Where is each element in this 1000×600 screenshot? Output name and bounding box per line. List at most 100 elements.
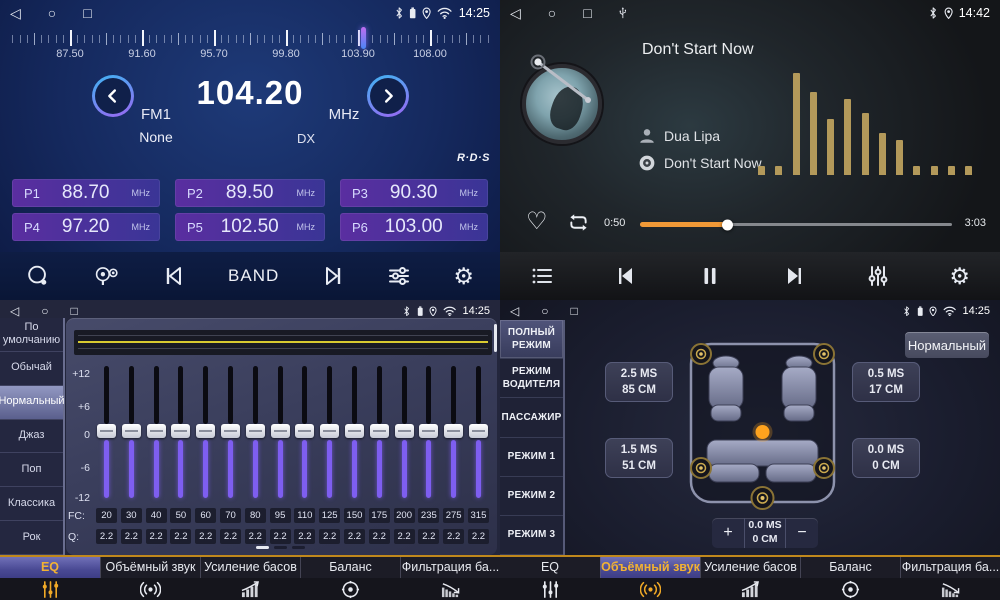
repeat-icon[interactable] [566,212,591,238]
eq-band-slider-20hz[interactable] [96,364,117,500]
tab-eq[interactable]: EQ [0,557,100,600]
slider-handle[interactable] [147,424,166,438]
listening-mode-item[interactable]: РЕЖИМ ВОДИТЕЛЯ [500,359,563,398]
decrease-button[interactable]: − [786,518,818,548]
next-track-icon[interactable] [321,264,345,288]
eq-band-slider-200hz[interactable] [394,364,415,500]
scan-icon[interactable] [26,264,51,289]
tab-surround[interactable]: Объёмный звук [100,557,200,600]
nav-recents-icon[interactable]: □ [570,305,577,317]
eq-band-slider-175hz[interactable] [369,364,390,500]
nav-home-icon[interactable]: ○ [41,305,48,317]
listening-mode-item[interactable]: РЕЖИМ 1 [500,438,563,477]
eq-preset-item[interactable]: Поп [0,453,63,487]
eq-preset-item[interactable]: Обычай [0,352,63,386]
tab-balance[interactable]: Баланс [800,557,900,600]
slider-handle[interactable] [221,424,240,438]
nav-back-icon[interactable]: ◁ [10,6,21,20]
slider-handle[interactable] [345,424,364,438]
eq-preset-item[interactable]: Нормальный [0,386,63,420]
rear-right-delay[interactable]: 0.0 MS0 CM [852,438,920,478]
eq-band-slider-110hz[interactable] [294,364,315,500]
progress-bar[interactable] [640,223,952,226]
slider-handle[interactable] [419,424,438,438]
settings-gear-icon[interactable]: ⚙ [453,265,474,288]
preset-button-p6[interactable]: P6103.00MHz [340,213,488,241]
tune-up-button[interactable] [367,75,409,117]
nav-home-icon[interactable]: ○ [541,305,548,317]
front-left-delay[interactable]: 2.5 MS85 CM [605,362,673,402]
equalizer-sliders-icon[interactable] [387,264,411,288]
nav-home-icon[interactable]: ○ [48,6,56,20]
increase-button[interactable]: + [712,518,744,548]
slider-handle[interactable] [395,424,414,438]
listening-mode-item[interactable]: РЕЖИМ 2 [500,477,563,516]
eq-preset-item[interactable]: Классика [0,487,63,521]
tab-filter[interactable]: Фильтрация ба... [400,557,500,600]
slider-handle[interactable] [469,424,488,438]
rear-left-delay[interactable]: 1.5 MS51 CM [605,438,673,478]
listening-mode-item[interactable]: ПАССАЖИР [500,398,563,437]
eq-band-slider-70hz[interactable] [220,364,241,500]
nav-back-icon[interactable]: ◁ [510,305,519,317]
previous-track-icon[interactable] [162,264,186,288]
equalizer-sliders-icon[interactable] [866,264,890,288]
eq-preset-item[interactable]: Рок [0,521,63,555]
eq-band-slider-30hz[interactable] [121,364,142,500]
preset-button-p2[interactable]: P289.50MHz [175,179,325,207]
slider-handle[interactable] [246,424,265,438]
slider-handle[interactable] [122,424,141,438]
broadcast-icon[interactable] [93,265,120,287]
favorite-heart-icon[interactable]: ♡ [526,207,548,236]
preset-button-p1[interactable]: P188.70MHz [12,179,160,207]
eq-band-slider-150hz[interactable] [344,364,365,500]
slider-handle[interactable] [370,424,389,438]
tune-down-button[interactable] [92,75,134,117]
eq-band-slider-80hz[interactable] [245,364,266,500]
tab-filter[interactable]: Фильтрация ба... [900,557,1000,600]
slider-handle[interactable] [196,424,215,438]
front-right-delay[interactable]: 0.5 MS17 CM [852,362,920,402]
nav-recents-icon[interactable]: □ [583,6,591,20]
eq-band-slider-275hz[interactable] [443,364,464,500]
playlist-icon[interactable] [530,264,554,288]
eq-band-slider-125hz[interactable] [319,364,340,500]
slider-handle[interactable] [271,424,290,438]
preset-button-p5[interactable]: P5102.50MHz [175,213,325,241]
slider-handle[interactable] [171,424,190,438]
preset-button-p3[interactable]: P390.30MHz [340,179,488,207]
eq-band-slider-95hz[interactable] [270,364,291,500]
nav-back-icon[interactable]: ◁ [10,305,19,317]
eq-band-slider-60hz[interactable] [195,364,216,500]
band-button[interactable]: BAND [228,266,279,286]
eq-band-slider-50hz[interactable] [170,364,191,500]
nav-home-icon[interactable]: ○ [548,6,556,20]
nav-back-icon[interactable]: ◁ [510,6,521,20]
listening-mode-item[interactable]: ПОЛНЫЙ РЕЖИМ [500,320,563,359]
previous-track-icon[interactable] [614,264,638,288]
tab-surround[interactable]: Объёмный звук [600,557,700,600]
tab-eq[interactable]: EQ [500,557,600,600]
progress-thumb[interactable] [722,219,733,230]
tab-balance[interactable]: Баланс [300,557,400,600]
slider-handle[interactable] [295,424,314,438]
preset-button-p4[interactable]: P497.20MHz [12,213,160,241]
listening-mode-item[interactable]: РЕЖИМ 3 [500,516,563,555]
eq-band-slider-315hz[interactable] [468,364,489,500]
slider-handle[interactable] [320,424,339,438]
eq-band-slider-40hz[interactable] [146,364,167,500]
pause-icon[interactable] [698,264,722,288]
tab-bass-boost[interactable]: Усиление басов [200,557,300,600]
eq-band-slider-235hz[interactable] [418,364,439,500]
eq-preset-item[interactable]: Джаз [0,420,63,454]
tab-bass-boost[interactable]: Усиление басов [700,557,800,600]
settings-gear-icon[interactable]: ⚙ [949,265,970,288]
slider-handle[interactable] [97,424,116,438]
sound-preset-button[interactable]: Нормальный [905,332,989,358]
frequency-scale[interactable]: 87.5091.6095.7099.80103.90108.00 [0,27,500,63]
slider-handle[interactable] [444,424,463,438]
nav-recents-icon[interactable]: □ [70,305,77,317]
eq-preset-item[interactable]: По умолчанию [0,318,63,352]
next-track-icon[interactable] [782,264,806,288]
scrollbar-thumb[interactable] [494,324,497,352]
